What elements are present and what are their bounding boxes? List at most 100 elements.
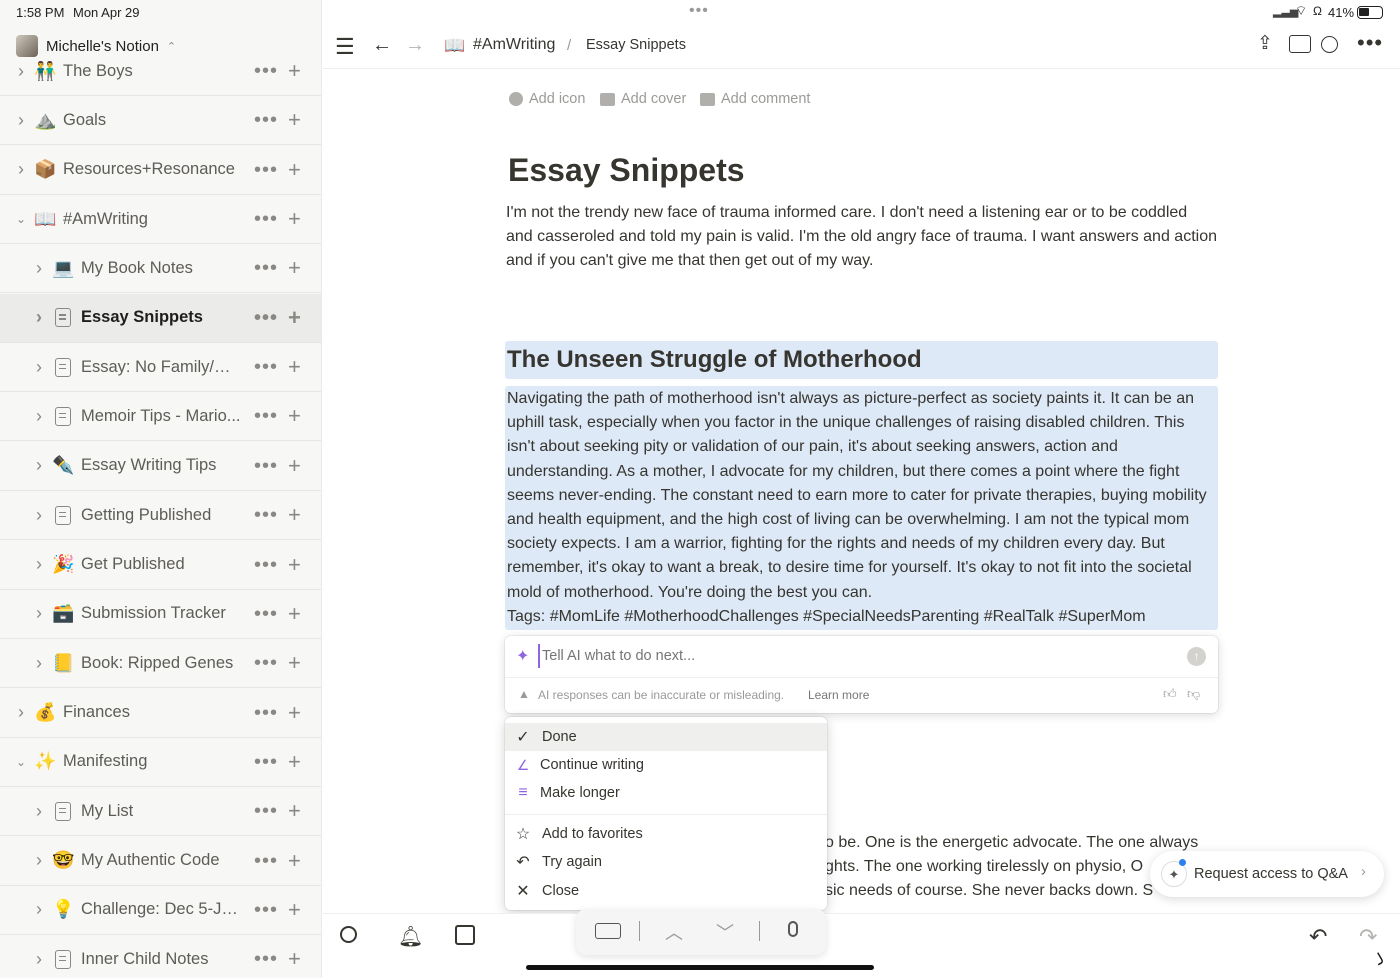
chevron-right-icon[interactable]: › [33,455,45,476]
chevron-right-icon[interactable]: › [33,850,45,871]
breadcrumb-parent[interactable]: #AmWriting [473,36,555,54]
sidebar-item[interactable]: › 💻 My Book Notes ••• + [0,244,321,294]
undo-icon[interactable]: ↶ [1309,924,1327,950]
more-options-icon[interactable]: ••• [254,555,278,575]
add-subpage-icon[interactable]: + [288,405,301,427]
sidebar-item[interactable]: › 💡 Challenge: Dec 5-Ja... ••• + [0,886,321,935]
more-options-icon[interactable]: ••• [254,308,278,328]
multitask-dots-icon[interactable]: ••• [689,2,709,20]
chevron-right-icon[interactable]: › [33,603,45,624]
intro-paragraph[interactable]: I'm not the trendy new face of trauma in… [506,201,1218,274]
thumbs-up-icon[interactable]: 👍︎ [1163,686,1177,702]
more-options-icon[interactable]: ••• [254,160,278,180]
add-subpage-icon[interactable]: + [288,158,301,181]
thumbs-down-icon[interactable]: 👎︎ [1187,686,1200,702]
add-cover-button[interactable]: Add cover [600,91,686,107]
more-options-icon[interactable]: ••• [254,505,278,525]
chevron-up-icon[interactable]: ︿ [665,919,683,945]
sidebar-item[interactable]: › ✒️ Essay Writing Tips ••• + [0,442,321,491]
more-options-icon[interactable]: ••• [254,61,278,81]
add-subpage-icon[interactable]: + [288,602,301,625]
submit-arrow-icon[interactable]: ↑ [1187,647,1206,666]
add-subpage-icon[interactable]: + [288,750,301,773]
section-heading[interactable]: The Unseen Struggle of Motherhood [505,341,1218,379]
more-options-icon[interactable]: ••• [254,456,278,476]
chevron-right-icon[interactable]: › [33,554,45,575]
history-icon[interactable] [1321,36,1338,53]
learn-more-link[interactable]: Learn more [808,688,869,702]
sidebar-item[interactable]: › Inner Child Notes ••• + [0,935,321,978]
sidebar-item[interactable]: › 🤓 My Authentic Code ••• + [0,837,321,886]
more-options-icon[interactable]: ••• [254,406,278,426]
chevron-right-icon[interactable]: › [33,653,45,674]
chevron-right-icon[interactable]: › [33,406,45,427]
add-subpage-icon[interactable]: + [288,356,301,378]
chevron-down-icon[interactable]: ⌄ [15,212,27,226]
chevron-down-icon[interactable]: ﹀ [716,919,734,945]
chevron-right-icon[interactable]: › [15,110,27,131]
menu-icon[interactable]: ☰ [335,36,355,58]
add-subpage-icon[interactable]: + [288,898,301,921]
add-comment-button[interactable]: Add comment [700,91,810,107]
back-arrow-icon[interactable]: ← [372,35,392,55]
add-subpage-icon[interactable]: + [288,454,301,477]
more-options-icon[interactable]: ••• [254,653,278,673]
add-subpage-icon[interactable]: + [288,504,301,526]
sidebar-item[interactable]: › 👬 The Boys ••• + [0,47,321,96]
more-options-icon[interactable]: ••• [254,703,278,723]
microphone-icon[interactable] [788,921,798,937]
more-options-icon[interactable]: ••• [254,209,278,229]
chevron-right-icon[interactable]: › [15,702,27,723]
add-subpage-icon[interactable]: + [288,306,301,329]
sidebar-item[interactable]: › 🗃️ Submission Tracker ••• + [0,590,321,639]
menu-item-add-to-favorites[interactable]: ☆ Add to favorites [505,820,827,848]
menu-item-done[interactable]: ✓ Done [505,723,827,751]
more-options-icon[interactable]: ••• [254,258,278,278]
add-subpage-icon[interactable]: + [288,800,301,822]
compose-icon[interactable] [455,925,475,945]
sidebar-item[interactable]: ⌄ ✨ Manifesting ••• + [0,738,321,787]
sidebar-item[interactable]: › 📦 Resources+Resonance ••• + [0,146,321,195]
sidebar-item[interactable]: ⌄ 📖 #AmWriting ••• + [0,195,321,245]
search-icon[interactable] [340,926,357,943]
more-options-icon[interactable]: ••• [1357,32,1383,54]
menu-item-make-longer[interactable]: ≡ Make longer [505,779,827,807]
forward-arrow-icon[interactable]: → [405,35,425,55]
chevron-right-icon[interactable]: › [33,357,45,378]
sidebar-item[interactable]: › 📒 Book: Ripped Genes ••• + [0,639,321,689]
ai-generated-block[interactable]: Navigating the path of motherhood isn't … [505,386,1218,630]
comments-icon[interactable] [1289,35,1311,53]
request-access-button[interactable]: ✦ Request access to Q&A › [1150,851,1384,897]
ai-prompt-input[interactable] [538,644,1178,668]
sidebar-item[interactable]: › 🎉 Get Published ••• + [0,541,321,590]
breadcrumb-current[interactable]: Essay Snippets [586,37,686,53]
sidebar-item[interactable]: › Memoir Tips - Mario... ••• + [0,392,321,442]
chevron-right-icon[interactable]: › [33,505,45,526]
chevron-right-icon[interactable]: › [33,801,45,822]
chevron-right-icon[interactable]: › [15,61,27,82]
more-options-icon[interactable]: ••• [254,752,278,772]
add-subpage-icon[interactable]: + [288,553,301,576]
sidebar-item[interactable]: › Getting Published ••• + [0,491,321,541]
add-subpage-icon[interactable]: + [288,109,301,131]
chevron-right-icon[interactable]: › [33,949,45,970]
page-title[interactable]: Essay Snippets [508,152,745,189]
add-subpage-icon[interactable]: + [288,701,301,724]
more-options-icon[interactable]: ••• [254,357,278,377]
chevron-right-icon[interactable]: › [33,899,45,920]
sidebar-item[interactable]: › 💰 Finances ••• + [0,689,321,738]
add-subpage-icon[interactable]: + [288,208,301,230]
sidebar-item[interactable]: › My List ••• + [0,787,321,837]
add-icon-button[interactable]: Add icon [509,91,585,107]
keyboard-hide-icon[interactable] [595,923,621,939]
sidebar-item[interactable]: › Essay: No Family/Se... ••• + [0,343,321,393]
more-options-icon[interactable]: ••• [254,801,278,821]
menu-item-continue-writing[interactable]: ∠ Continue writing [505,751,827,779]
more-options-icon[interactable]: ••• [254,110,278,130]
share-icon[interactable]: ⇪ [1257,34,1273,53]
more-options-icon[interactable]: ••• [254,851,278,871]
more-options-icon[interactable]: ••• [254,900,278,920]
sidebar-item[interactable]: › ⛰️ Goals ••• + [0,96,321,146]
more-options-icon[interactable]: ••• [254,604,278,624]
chevron-down-icon[interactable]: ⌄ [15,755,27,769]
